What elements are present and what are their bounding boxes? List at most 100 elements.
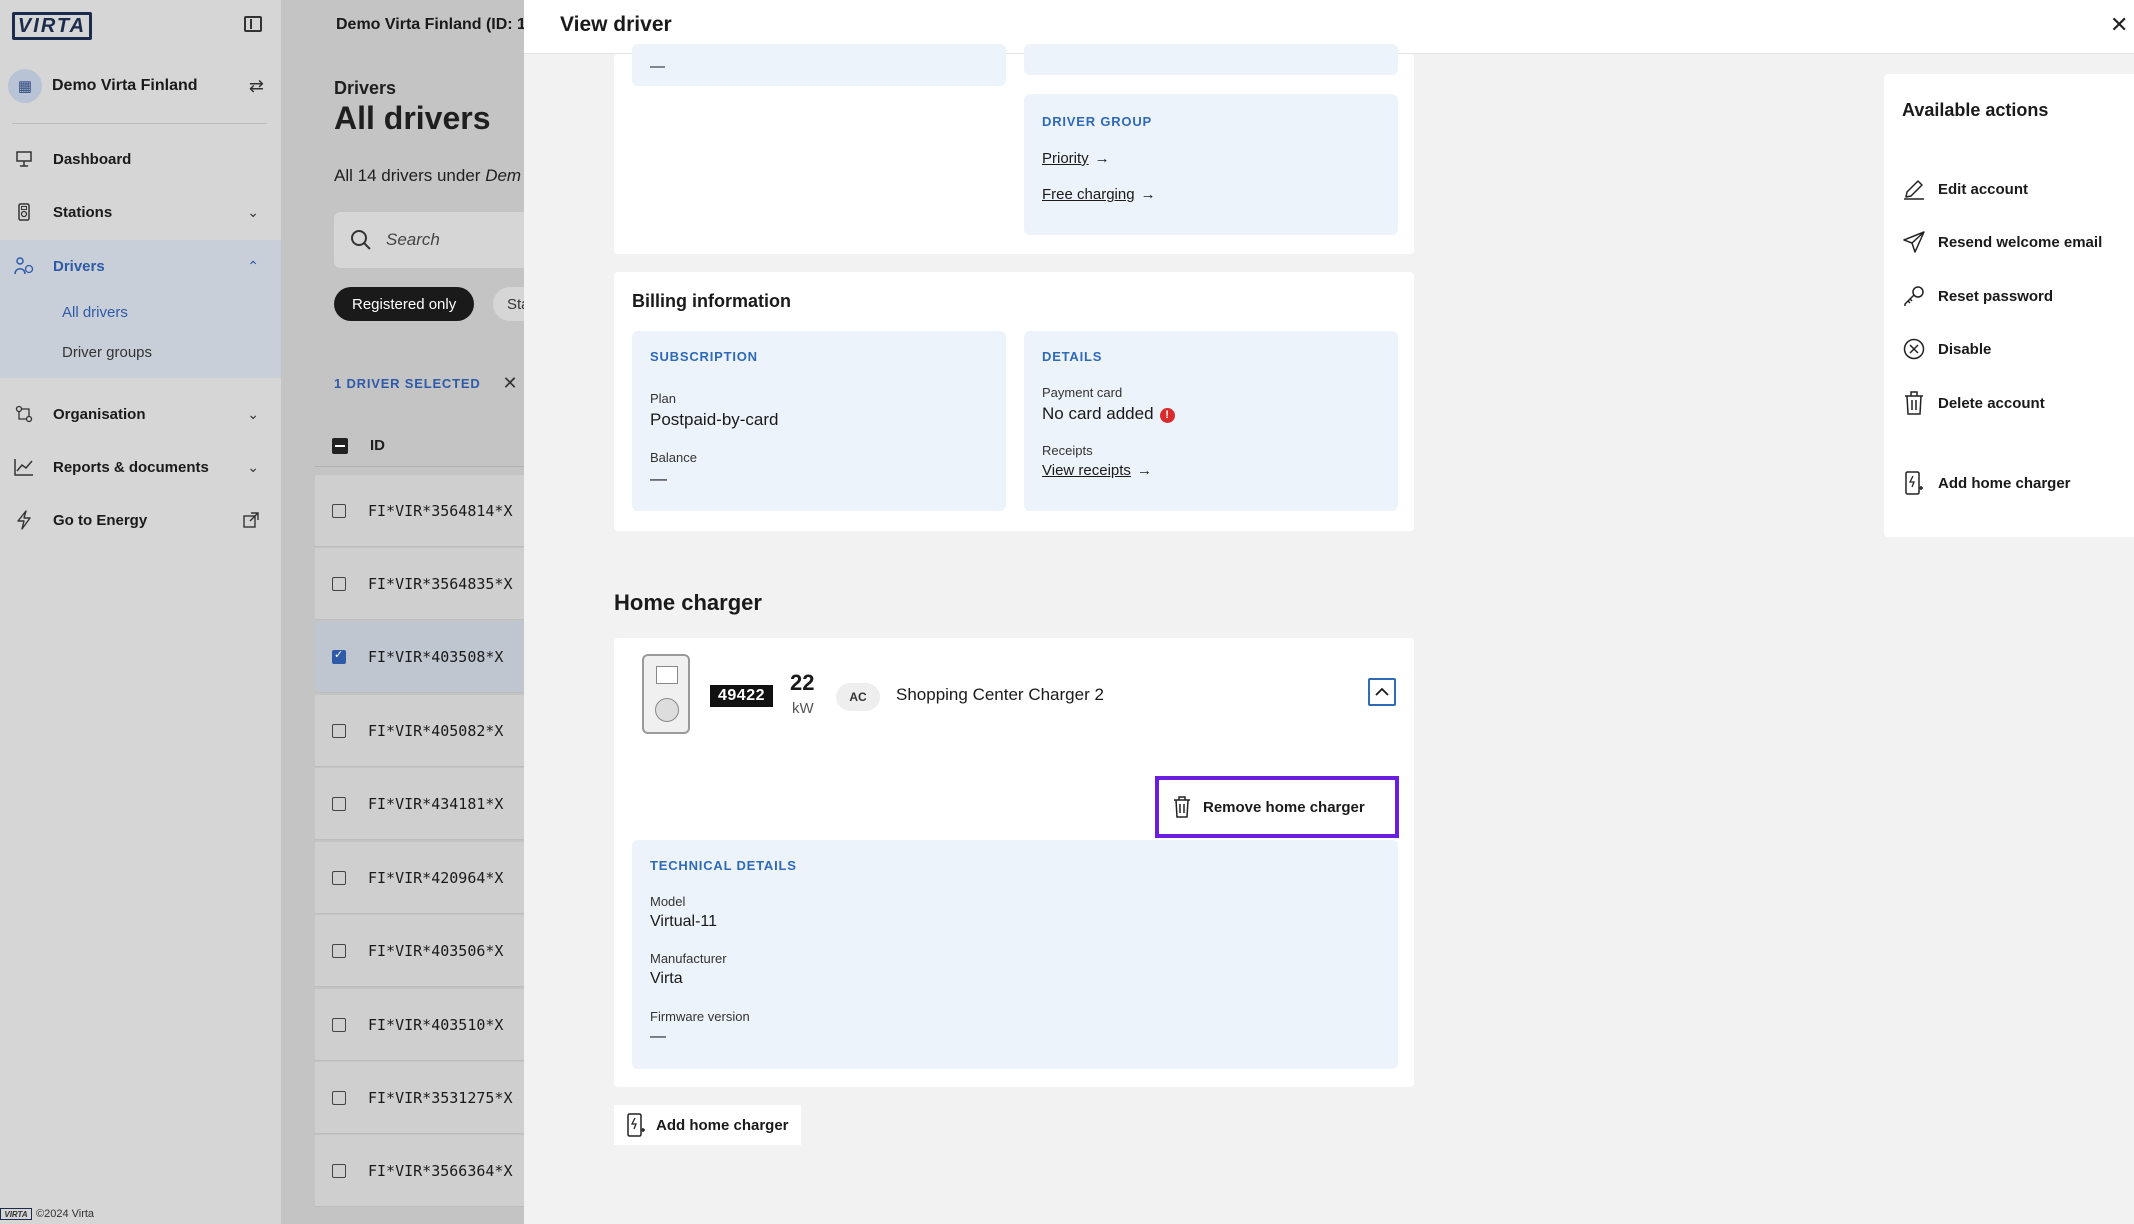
org-header: Demo Virta Finland (ID: 10 — [336, 16, 524, 33]
arrow-right-icon: → — [1136, 462, 1152, 479]
page-title: All drivers — [334, 100, 491, 136]
filter-registered-only[interactable]: Registered only — [334, 287, 475, 321]
table-row[interactable]: FI*VIR*3566364*X — [315, 1135, 524, 1207]
sidebar: VIRTA ▦ Demo Virta Finland ⇄ Dashboard S… — [0, 0, 281, 1224]
sidebar-item-go-to-energy[interactable]: Go to Energy — [0, 494, 281, 546]
table-row[interactable]: FI*VIR*3564835*X — [315, 548, 524, 620]
table-row[interactable]: FI*VIR*420964*X — [315, 842, 524, 914]
link-text: Free charging — [1042, 186, 1135, 203]
sidebar-item-label: Organisation — [53, 405, 146, 423]
search-placeholder: Search — [386, 230, 440, 249]
close-icon[interactable]: ✕ — [2110, 12, 2128, 38]
sidebar-item-drivers[interactable]: Drivers ⌃ — [0, 240, 281, 292]
footer: VIRTA ©2024 Virta — [0, 1208, 94, 1220]
sidebar-item-dashboard[interactable]: Dashboard — [0, 133, 281, 185]
driver-id: FI*VIR*3566364*X — [368, 1161, 513, 1180]
driver-group-link-priority[interactable]: Priority → — [1042, 150, 1110, 167]
action-add-home-charger[interactable]: Add home charger — [1902, 468, 2071, 498]
technical-details-caption: TECHNICAL DETAILS — [650, 858, 797, 873]
copyright: ©2024 Virta — [36, 1208, 95, 1220]
row-checkbox[interactable] — [332, 870, 346, 885]
info-panel: — — [632, 44, 1006, 86]
subtitle-text: All 14 drivers under — [334, 166, 486, 185]
action-reset-password[interactable]: Reset password — [1902, 281, 2053, 311]
row-checkbox[interactable] — [332, 723, 346, 738]
table-row[interactable]: FI*VIR*403508*X — [315, 621, 524, 693]
action-label: Edit account — [1938, 180, 2029, 198]
virta-logo[interactable]: VIRTA — [12, 12, 92, 40]
driver-group-link-free-charging[interactable]: Free charging → — [1042, 186, 1156, 203]
action-label: Delete account — [1938, 394, 2045, 412]
selection-count: 1 DRIVER SELECTED — [334, 376, 481, 391]
add-charger-icon — [1902, 471, 1926, 495]
sidebar-subitem-all-drivers[interactable]: All drivers — [62, 304, 128, 321]
organisation-switcher[interactable]: ▦ Demo Virta Finland ⇄ — [8, 68, 264, 104]
virta-mini-logo: VIRTA — [0, 1208, 32, 1220]
key-icon — [1902, 284, 1926, 308]
org-name: Demo Virta Finland — [52, 77, 198, 94]
chevron-down-icon: ⌄ — [247, 458, 259, 475]
select-all-checkbox[interactable] — [332, 437, 348, 454]
manufacturer-label: Manufacturer — [650, 951, 727, 966]
organisation-icon — [14, 404, 34, 424]
billing-card: Billing information SUBSCRIPTION Plan Po… — [614, 272, 1414, 531]
drivers-submenu: All drivers Driver groups — [0, 292, 281, 378]
chevron-down-icon: ⌄ — [247, 203, 259, 220]
drawer-title: View driver — [560, 13, 672, 36]
add-home-charger-button[interactable]: Add home charger — [614, 1105, 801, 1145]
search-input[interactable]: Search — [334, 212, 524, 268]
pencil-icon — [1902, 177, 1926, 201]
driver-info-card: — DRIVER GROUP Priority → Free charging → — [614, 44, 1414, 254]
row-checkbox[interactable] — [332, 796, 346, 811]
building-icon: ▦ — [8, 69, 42, 103]
view-driver-drawer: View driver ✕ — DRIVER GROUP Priority → F… — [524, 0, 2134, 1224]
filter-status[interactable]: Sta — [493, 287, 524, 321]
remove-label: Remove home charger — [1203, 798, 1365, 816]
sidebar-item-stations[interactable]: Stations ⌄ — [0, 186, 281, 238]
chevron-down-icon: ⌄ — [247, 405, 259, 422]
row-checkbox[interactable] — [332, 576, 346, 591]
billing-title: Billing information — [632, 291, 791, 311]
view-receipts-link[interactable]: View receipts → — [1042, 462, 1152, 479]
details-caption: DETAILS — [1042, 349, 1103, 364]
row-checkbox[interactable] — [332, 1017, 346, 1032]
breadcrumb[interactable]: Drivers — [334, 78, 396, 99]
selection-bar: 1 DRIVER SELECTED ✕ — [334, 373, 518, 394]
trash-icon — [1902, 391, 1926, 415]
charger-name: Shopping Center Charger 2 — [896, 685, 1104, 704]
action-delete-account[interactable]: Delete account — [1902, 388, 2045, 418]
row-checkbox[interactable] — [332, 1090, 346, 1105]
sidebar-item-organisation[interactable]: Organisation ⌄ — [0, 388, 281, 440]
presentation-icon — [14, 149, 34, 169]
swap-icon[interactable]: ⇄ — [249, 76, 264, 97]
firmware-value: — — [650, 1028, 666, 1045]
sidebar-subitem-driver-groups[interactable]: Driver groups — [62, 344, 152, 361]
remove-home-charger-button[interactable]: Remove home charger — [1155, 776, 1399, 838]
row-checkbox[interactable] — [332, 648, 346, 664]
collapse-sidebar-icon[interactable] — [244, 16, 262, 32]
row-checkbox[interactable] — [332, 503, 346, 518]
table-row[interactable]: FI*VIR*3531275*X — [315, 1062, 524, 1134]
table-row[interactable]: FI*VIR*405082*X — [315, 695, 524, 767]
details-panel: DETAILS Payment card No card added! Rece… — [1024, 331, 1398, 511]
payment-card-value: No card added! — [1042, 404, 1175, 424]
row-checkbox[interactable] — [332, 1163, 346, 1178]
action-disable[interactable]: Disable — [1902, 334, 1991, 364]
driver-id: FI*VIR*3564814*X — [368, 501, 513, 520]
table-row[interactable]: FI*VIR*3564814*X — [315, 475, 524, 547]
column-id[interactable]: ID — [370, 437, 385, 454]
table-row[interactable]: FI*VIR*434181*X — [315, 768, 524, 840]
table-row[interactable]: FI*VIR*403510*X — [315, 989, 524, 1061]
actions-title: Available actions — [1902, 100, 2049, 120]
row-checkbox[interactable] — [332, 943, 346, 958]
action-edit-account[interactable]: Edit account — [1902, 174, 2028, 204]
manufacturer-value: Virta — [650, 970, 683, 987]
table-row[interactable]: FI*VIR*403506*X — [315, 915, 524, 987]
sidebar-item-reports[interactable]: Reports & documents ⌄ — [0, 441, 281, 493]
add-charger-icon — [626, 1113, 646, 1137]
action-resend-welcome-email[interactable]: Resend welcome email — [1902, 227, 2102, 257]
payment-card-label: Payment card — [1042, 385, 1123, 400]
clear-selection-icon[interactable]: ✕ — [503, 373, 519, 394]
collapse-charger-button[interactable] — [1368, 678, 1396, 706]
sidebar-item-label: Reports & documents — [53, 458, 209, 476]
